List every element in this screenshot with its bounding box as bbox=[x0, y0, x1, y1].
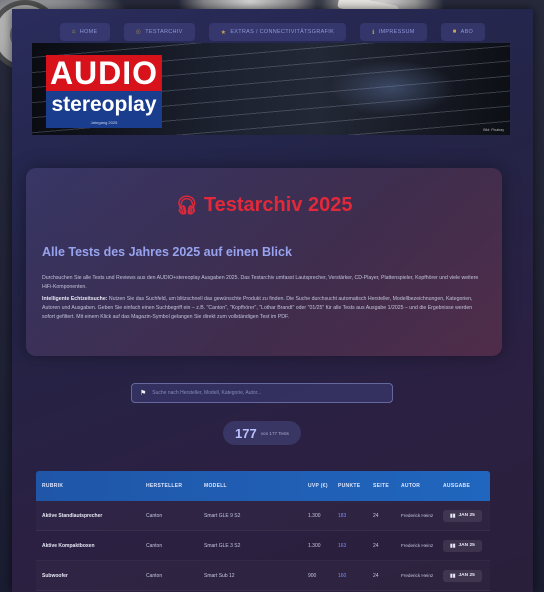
test-table: RUBRIK HERSTELLER MODELL UVP (€) PUNKTE … bbox=[36, 471, 490, 591]
nav-abo-label: ABO bbox=[460, 29, 474, 35]
nav-home-button[interactable]: ⌂ HOME bbox=[59, 23, 110, 41]
star-icon: ★ bbox=[220, 29, 227, 36]
cell-hersteller: Canton bbox=[146, 512, 163, 519]
cell-hersteller: Canton bbox=[146, 542, 163, 549]
column-header-seite[interactable]: SEITE bbox=[367, 483, 395, 489]
column-header-modell[interactable]: MODELL bbox=[198, 483, 302, 489]
column-header-punkte[interactable]: PUNKTE bbox=[332, 483, 367, 489]
table-row: Aktive Kompaktboxen Canton Smart GLE 3 S… bbox=[36, 531, 490, 561]
search-help-paragraph: Intelligente Echtzeitsuche: Nutzen Sie d… bbox=[42, 295, 482, 322]
cell-modell: Smart GLE 3 S2 bbox=[204, 542, 241, 549]
ausgabe-button[interactable]: ▮▮ JAN 25 bbox=[443, 509, 482, 522]
nav-testarchiv-button[interactable]: ☉ TESTARCHIV bbox=[123, 23, 195, 41]
cell-uvp: 1.300 bbox=[308, 542, 321, 549]
result-count-text: von 177 Tests bbox=[260, 430, 289, 436]
cell-rubrik: Subwoofer bbox=[42, 572, 68, 579]
headphones-icon: 🎧︎ bbox=[175, 195, 199, 215]
home-icon: ⌂ bbox=[71, 29, 76, 35]
cell-ausgabe: ▮▮ JAN 25 bbox=[437, 569, 490, 582]
info-icon: ℹ bbox=[372, 29, 375, 36]
column-header-rubrik[interactable]: RUBRIK bbox=[36, 483, 140, 489]
cell-seite: 24 bbox=[373, 512, 379, 519]
nav-extras-label: EXTRAS / CONNECTIVITÄTSGRAFIK bbox=[230, 29, 335, 35]
nav-impressum-label: IMPRESSUM bbox=[378, 29, 415, 35]
nav-testarchiv-label: TESTARCHIV bbox=[145, 29, 183, 35]
nav-extras-button[interactable]: ★ EXTRAS / CONNECTIVITÄTSGRAFIK bbox=[208, 23, 347, 41]
page-title-text: Testarchiv 2025 bbox=[203, 194, 353, 216]
cell-autor: Frederick Heinz bbox=[401, 513, 434, 518]
table-header: RUBRIK HERSTELLER MODELL UVP (€) PUNKTE … bbox=[36, 471, 490, 501]
magazine-icon: ▮▮ bbox=[450, 542, 456, 549]
page-subtitle: Alle Tests des Jahres 2025 auf einen Bli… bbox=[42, 245, 292, 259]
nav-impressum-button[interactable]: ℹ IMPRESSUM bbox=[360, 23, 427, 41]
table-row: Subwoofer Canton Smart Sub 12 900 160 24… bbox=[36, 561, 490, 591]
nav-abo-button[interactable]: ■ ABO bbox=[440, 23, 486, 41]
cell-punkte: 163 bbox=[338, 542, 347, 549]
cell-seite: 24 bbox=[373, 572, 379, 579]
result-count: 177 bbox=[235, 425, 257, 441]
ausgabe-label: JAN 25 bbox=[458, 543, 475, 548]
cell-seite: 24 bbox=[373, 542, 379, 549]
search-input[interactable] bbox=[150, 389, 385, 397]
cell-uvp: 900 bbox=[308, 572, 317, 579]
table-row: Aktive Standlautsprecher Canton Smart GL… bbox=[36, 501, 490, 531]
logo-audio-text: AUDIO bbox=[46, 55, 162, 91]
cell-punkte: 160 bbox=[338, 572, 347, 579]
headphones-icon: ☉ bbox=[135, 29, 142, 36]
nav-home-label: HOME bbox=[79, 29, 98, 35]
main-nav: ⌂ HOME ☉ TESTARCHIV ★ EXTRAS / CONNECTIV… bbox=[12, 23, 533, 43]
page-title: 🎧︎ Testarchiv 2025 bbox=[26, 194, 502, 217]
cell-ausgabe: ▮▮ JAN 25 bbox=[437, 509, 490, 522]
header-banner: AUDIO stereoplay Jahrgang 2025 Bild: Pix… bbox=[32, 43, 510, 135]
search-help-text: Nutzen Sie das Suchfeld, um blitzschnell… bbox=[42, 296, 473, 320]
search-box[interactable]: ⚑ bbox=[131, 383, 393, 403]
search-help-bold: Intelligente Echtzeitsuche: bbox=[42, 296, 108, 302]
cell-ausgabe: ▮▮ JAN 25 bbox=[437, 539, 490, 552]
logo-year-text: Jahrgang 2025 bbox=[46, 120, 162, 128]
cell-rubrik: Aktive Standlautsprecher bbox=[42, 512, 103, 519]
cell-rubrik: Aktive Kompaktboxen bbox=[42, 542, 95, 549]
cell-punkte: 183 bbox=[338, 512, 347, 519]
column-header-hersteller[interactable]: HERSTELLER bbox=[140, 483, 198, 489]
cell-uvp: 1.300 bbox=[308, 512, 321, 519]
column-header-ausgabe[interactable]: AUSGABE bbox=[437, 483, 490, 489]
column-header-autor[interactable]: AUTOR bbox=[395, 483, 437, 489]
ausgabe-button[interactable]: ▮▮ JAN 25 bbox=[443, 569, 482, 582]
banner-credit: Bild: Pixabay bbox=[483, 128, 504, 132]
result-counter: 177 von 177 Tests bbox=[223, 421, 301, 445]
magazine-icon: ▮▮ bbox=[450, 512, 456, 519]
ausgabe-button[interactable]: ▮▮ JAN 25 bbox=[443, 539, 482, 552]
flag-icon: ⚑ bbox=[140, 390, 147, 397]
book-icon: ■ bbox=[452, 29, 457, 35]
ausgabe-label: JAN 25 bbox=[458, 573, 475, 578]
cell-modell: Smart GLE 9 S2 bbox=[204, 512, 241, 519]
intro-paragraph: Durchsuchen Sie alle Tests und Reviews a… bbox=[42, 275, 479, 290]
ausgabe-label: JAN 25 bbox=[458, 513, 475, 518]
cell-modell: Smart Sub 12 bbox=[204, 572, 235, 579]
table-body: Aktive Standlautsprecher Canton Smart GL… bbox=[36, 501, 490, 591]
intro-card: 🎧︎ Testarchiv 2025 Alle Tests des Jahres… bbox=[26, 168, 502, 356]
logo-stereoplay-text: stereoplay bbox=[46, 91, 162, 121]
cell-autor: Frederick Heinz bbox=[401, 573, 434, 578]
cell-hersteller: Canton bbox=[146, 572, 163, 579]
audio-stereoplay-logo[interactable]: AUDIO stereoplay Jahrgang 2025 bbox=[46, 55, 162, 128]
magazine-icon: ▮▮ bbox=[450, 572, 456, 579]
cell-autor: Frederick Heinz bbox=[401, 543, 434, 548]
column-header-uvp[interactable]: UVP (€) bbox=[302, 483, 332, 489]
